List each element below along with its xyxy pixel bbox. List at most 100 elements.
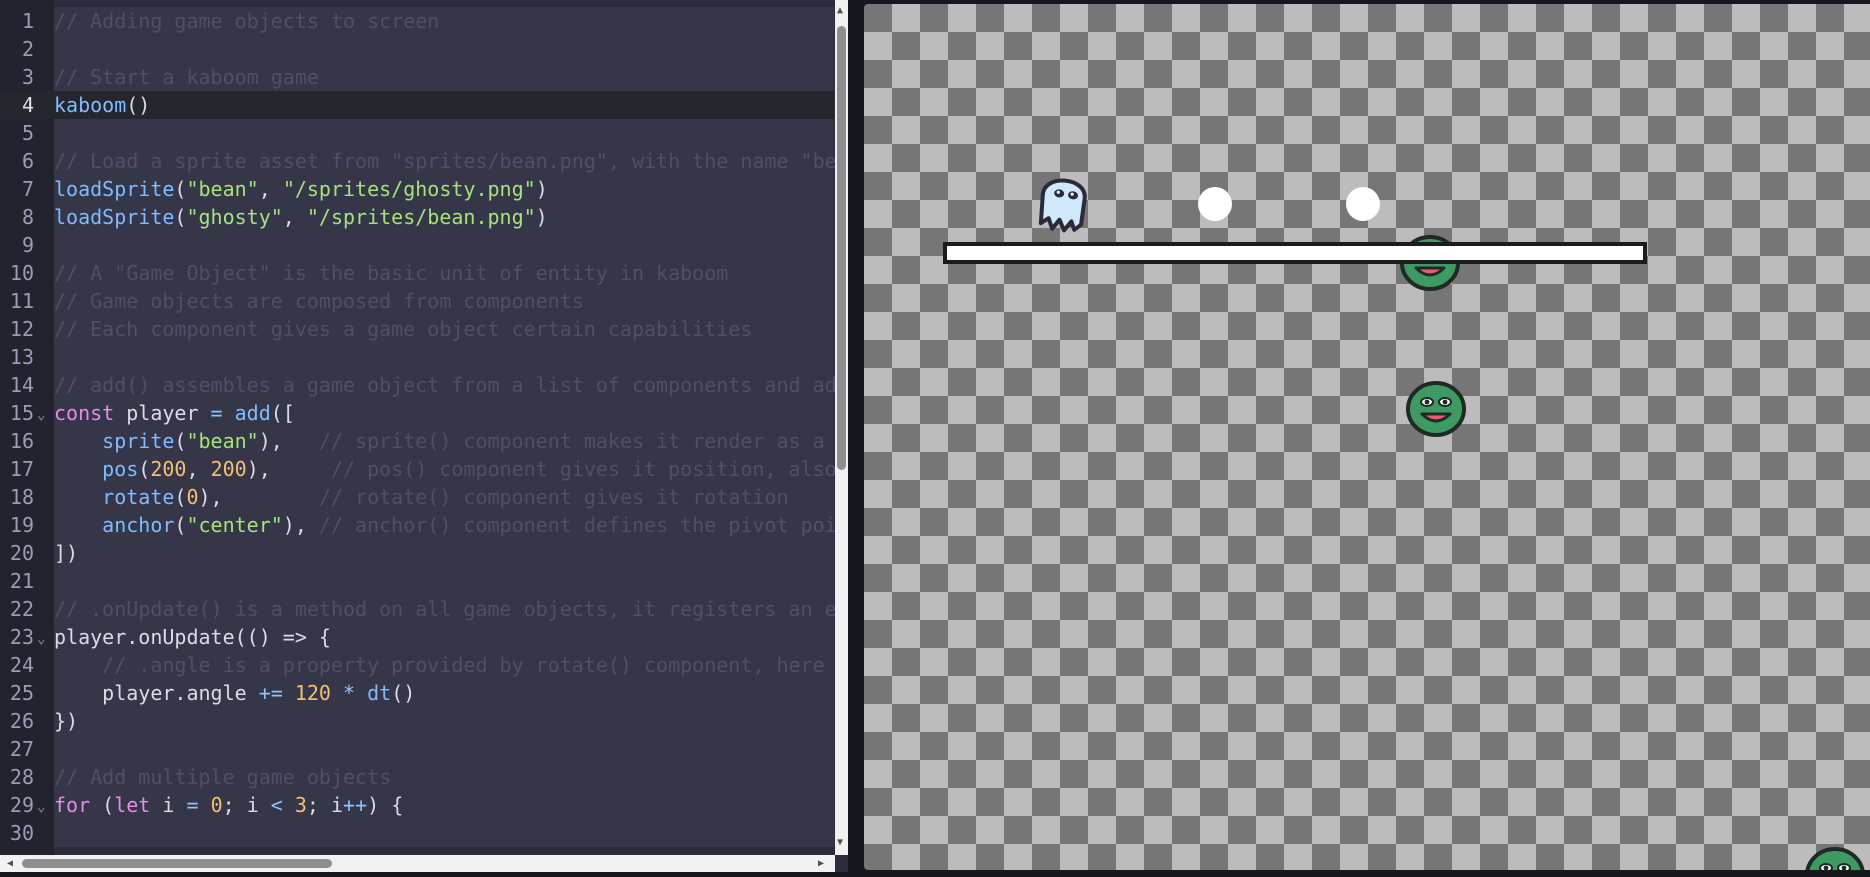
code-line[interactable]: 20]): [0, 539, 834, 567]
code-token: ),: [198, 485, 319, 509]
line-number: 21: [9, 569, 34, 593]
code-text[interactable]: const player = add([: [54, 399, 295, 427]
code-text[interactable]: }): [54, 707, 78, 735]
code-line[interactable]: 22 // .onUpdate() is a method on all game…: [0, 595, 837, 623]
code-line-background: [54, 735, 834, 763]
code-line[interactable]: 11 // Game objects are composed from comp…: [0, 287, 834, 315]
fold-chevron-icon[interactable]: ⌄: [37, 625, 45, 653]
code-line[interactable]: 1 // Adding game objects to screen: [0, 7, 834, 35]
code-line[interactable]: 26}): [0, 707, 834, 735]
code-token: 0: [210, 793, 223, 817]
code-line[interactable]: 4 kaboom(): [0, 91, 834, 119]
code-token: =: [186, 793, 199, 817]
code-token: // rotate() component gives it rotation: [318, 485, 789, 509]
code-text[interactable]: ]): [54, 539, 78, 567]
code-text[interactable]: sprite("bean"), // sprite() component ma…: [54, 427, 825, 455]
code-line[interactable]: 14 // add() assembles a game object from …: [0, 371, 837, 399]
code-token: kaboom: [54, 93, 127, 117]
code-text[interactable]: rotate(0), // rotate() component gives i…: [54, 483, 789, 511]
code-line[interactable]: 3 // Start a kaboom game: [0, 63, 834, 91]
scroll-down-arrow-icon[interactable]: ▼: [837, 838, 843, 848]
scroll-up-arrow-icon[interactable]: ▲: [837, 6, 843, 16]
horizontal-scrollbar[interactable]: ◀ ▶: [0, 855, 835, 872]
code-editor[interactable]: 1// Adding game objects to screen 2 3// St…: [0, 0, 848, 872]
code-text[interactable]: // .onUpdate() is a method on all game o…: [54, 595, 837, 623]
game-canvas[interactable]: [864, 4, 1870, 870]
line-number: 7: [21, 177, 34, 201]
code-token: <: [270, 793, 283, 817]
code-text[interactable]: // Add multiple game objects: [54, 763, 391, 791]
code-line[interactable]: 27: [0, 735, 834, 763]
code-token: // Each component gives a game object ce…: [54, 317, 753, 341]
horizontal-scroll-thumb[interactable]: [22, 859, 332, 868]
code-text[interactable]: // Each component gives a game object ce…: [54, 315, 752, 343]
code-text[interactable]: player.onUpdate(() => {: [54, 623, 331, 651]
line-number: 24: [9, 653, 34, 677]
code-line[interactable]: 2: [0, 35, 834, 63]
code-token: ++: [343, 793, 368, 817]
code-line[interactable]: 6 // Load a sprite asset from "sprites/be…: [0, 147, 837, 175]
code-token: (: [90, 793, 115, 817]
code-line[interactable]: 5: [0, 119, 834, 147]
code-line[interactable]: 10 // A "Game Object" is the basic unit o…: [0, 259, 834, 287]
code-text[interactable]: loadSprite("bean", "/sprites/ghosty.png"…: [54, 175, 548, 203]
code-line[interactable]: 15 ⌄ const player = add([: [0, 399, 834, 427]
white-platform: [943, 242, 1647, 264]
scroll-left-arrow-icon[interactable]: ◀: [7, 859, 13, 869]
code-token: const: [54, 401, 115, 425]
code-line[interactable]: 13: [0, 343, 834, 371]
code-line[interactable]: 29 ⌄ for (let i = 0; i < 3; i++) {: [0, 791, 834, 819]
code-text[interactable]: // Adding game objects to screen: [54, 7, 439, 35]
code-text[interactable]: // Game objects are composed from compon…: [54, 287, 584, 315]
line-number: 29: [9, 793, 34, 817]
code-text[interactable]: // Load a sprite asset from "sprites/bea…: [54, 147, 837, 175]
code-text[interactable]: // A "Game Object" is the basic unit of …: [54, 259, 728, 287]
code-token: anchor: [102, 513, 175, 537]
code-token: dt: [367, 681, 392, 705]
code-line[interactable]: 12 // Each component gives a game object …: [0, 315, 834, 343]
fold-chevron-icon[interactable]: ⌄: [37, 401, 45, 429]
vertical-scrollbar[interactable]: ▲ ▼: [835, 0, 848, 855]
code-text[interactable]: for (let i = 0; i < 3; i++) {: [54, 791, 403, 819]
code-token: "bean": [186, 177, 259, 201]
code-token: pos: [102, 457, 139, 481]
code-line-background: [54, 539, 834, 567]
code-text[interactable]: anchor("center"), // anchor() component …: [54, 511, 837, 539]
code-token: ([: [270, 401, 295, 425]
code-line-background: [54, 343, 834, 371]
code-line[interactable]: 16 sprite("bean"), // sprite() component…: [0, 427, 834, 455]
code-line[interactable]: 7 loadSprite("bean", "/sprites/ghosty.png…: [0, 175, 834, 203]
line-number: 15: [9, 401, 34, 425]
code-token: ),: [258, 429, 319, 453]
code-text[interactable]: pos(200, 200), // pos() component gives …: [54, 455, 837, 483]
scroll-right-arrow-icon[interactable]: ▶: [818, 859, 824, 869]
code-text[interactable]: loadSprite("ghosty", "/sprites/bean.png"…: [54, 203, 548, 231]
code-line[interactable]: 18 rotate(0), // rotate() component give…: [0, 483, 834, 511]
code-line[interactable]: 9: [0, 231, 834, 259]
code-line[interactable]: 30: [0, 819, 834, 847]
fold-chevron-icon[interactable]: ⌄: [37, 793, 45, 821]
code-text[interactable]: player.angle += 120 * dt(): [54, 679, 415, 707]
code-line[interactable]: 23 ⌄ player.onUpdate(() => {: [0, 623, 834, 651]
code-line[interactable]: 19 anchor("center"), // anchor() compone…: [0, 511, 837, 539]
code-line[interactable]: 17 pos(200, 200), // pos() component giv…: [0, 455, 837, 483]
code-line[interactable]: 28 // Add multiple game objects: [0, 763, 834, 791]
pane-divider[interactable]: [848, 0, 864, 877]
code-line[interactable]: 21: [0, 567, 834, 595]
line-number: 25: [9, 681, 34, 705]
code-text[interactable]: // add() assembles a game object from a …: [54, 371, 837, 399]
code-token: // add() assembles a game object from a …: [54, 373, 837, 397]
code-text[interactable]: kaboom(): [54, 91, 150, 119]
code-line[interactable]: 24 // .angle is a property provided by r…: [0, 651, 834, 679]
code-line[interactable]: 8 loadSprite("ghosty", "/sprites/bean.png…: [0, 203, 834, 231]
line-number: 16: [9, 429, 34, 453]
code-line[interactable]: 25 player.angle += 120 * dt(): [0, 679, 834, 707]
code-text[interactable]: // .angle is a property provided by rota…: [54, 651, 824, 679]
code-token: // Add multiple game objects: [54, 765, 392, 789]
code-line-background: [54, 35, 834, 63]
code-token: +=: [258, 681, 283, 705]
code-text[interactable]: // Start a kaboom game: [54, 63, 319, 91]
vertical-scroll-thumb[interactable]: [837, 26, 846, 470]
